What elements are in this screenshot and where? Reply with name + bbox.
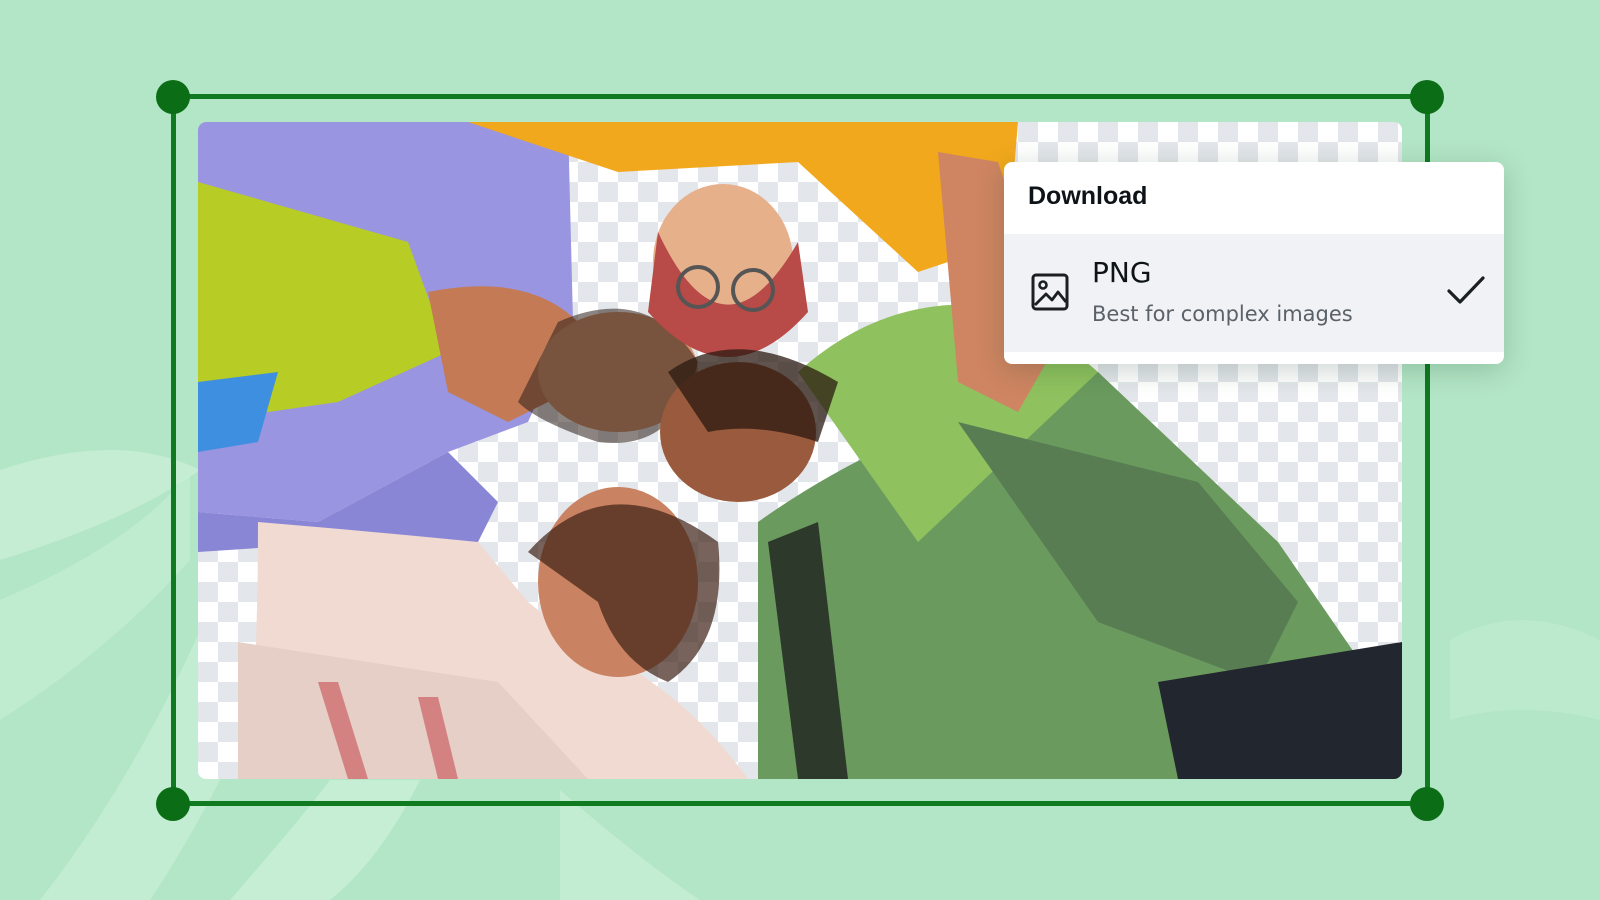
download-menu-title: Download — [1028, 182, 1148, 210]
download-option-label: PNG — [1092, 256, 1152, 289]
download-option-description: Best for complex images — [1092, 302, 1353, 326]
resize-handle-bottom-right[interactable] — [1410, 787, 1444, 821]
checkmark-icon — [1447, 276, 1485, 304]
selection-frame-top — [173, 94, 1428, 99]
download-menu: Download PNG Best for complex images — [1004, 162, 1504, 364]
download-option-png[interactable]: PNG Best for complex images — [1004, 234, 1504, 352]
selection-frame-left — [171, 96, 176, 804]
resize-handle-top-left[interactable] — [156, 80, 190, 114]
selection-frame-bottom — [173, 801, 1428, 806]
resize-handle-top-right[interactable] — [1410, 80, 1444, 114]
image-icon — [1031, 273, 1069, 311]
resize-handle-bottom-left[interactable] — [156, 787, 190, 821]
